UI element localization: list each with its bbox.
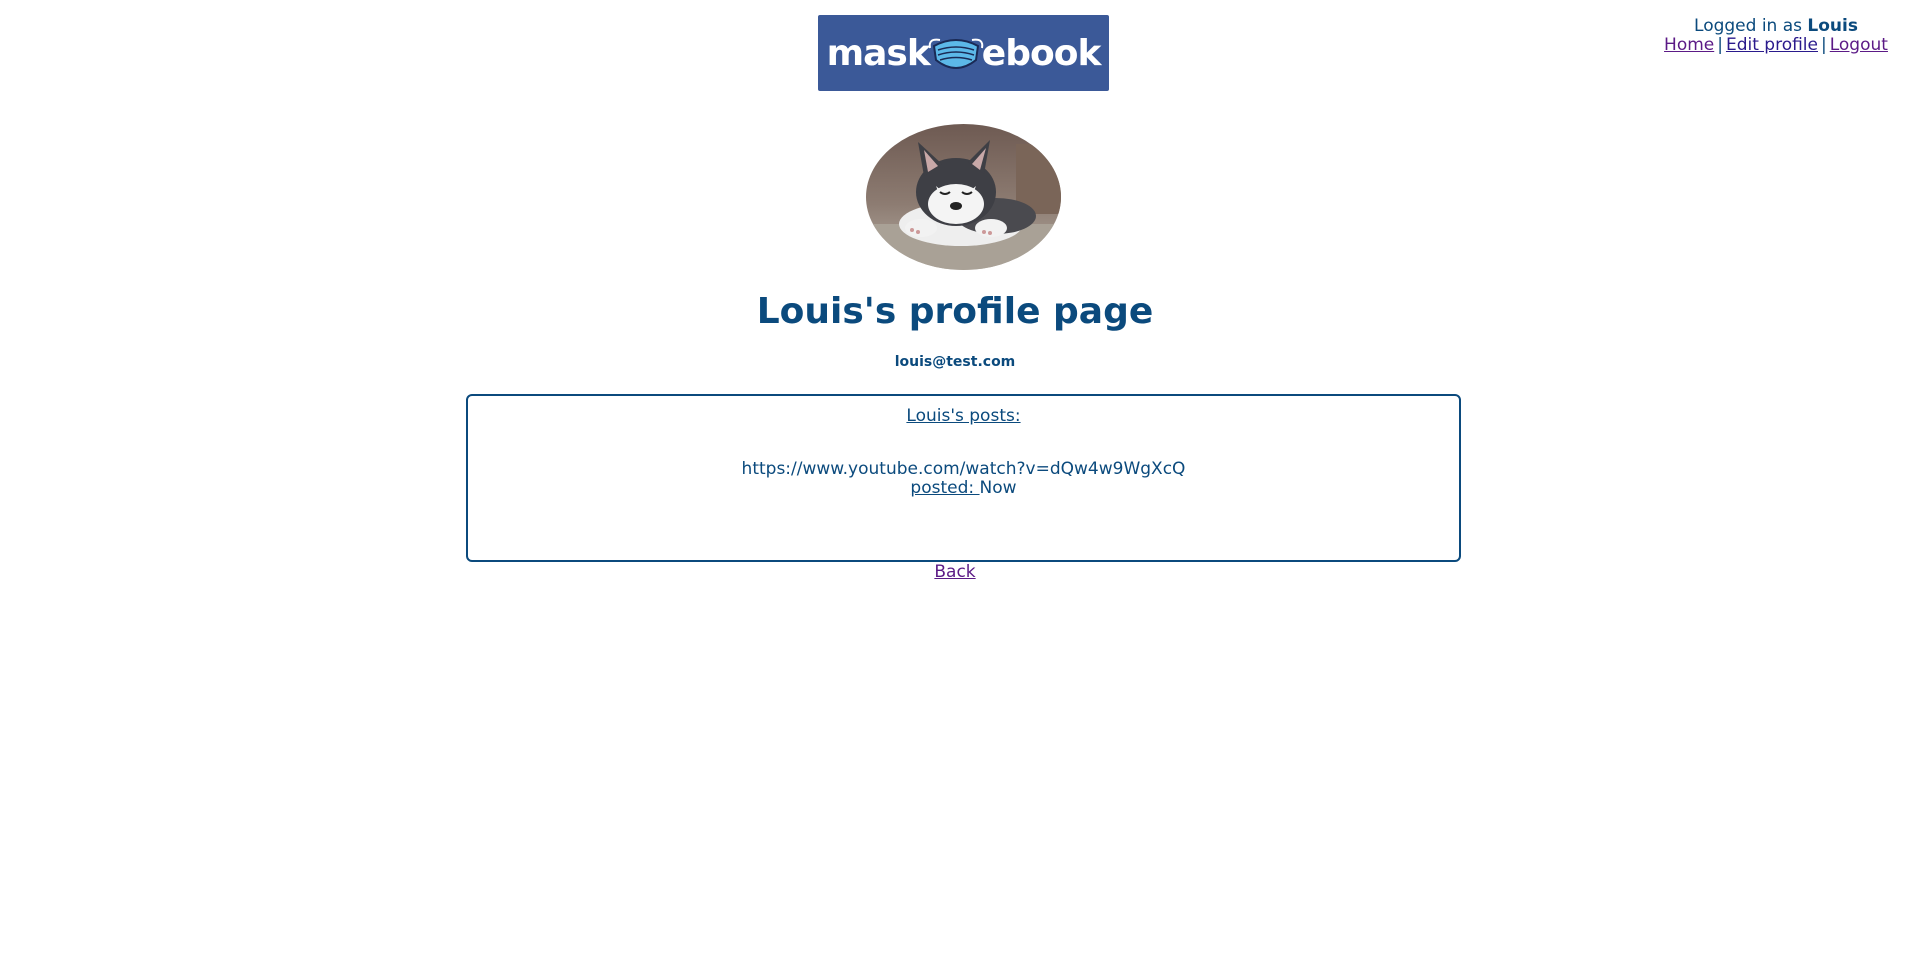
back-link[interactable]: Back [934,562,975,582]
logged-in-status: Logged in as Louis [1661,17,1891,36]
list-item: https://www.youtube.com/watch?v=dQw4w9Wg… [468,460,1459,498]
post-content: https://www.youtube.com/watch?v=dQw4w9Wg… [741,459,1186,479]
logout-link[interactable]: Logout [1830,35,1888,55]
posted-time: Now [979,478,1017,498]
user-nav: Home | Edit profile | Logout [1661,36,1891,55]
logo-text-right: ebook [981,32,1102,74]
logged-in-prefix: Logged in as [1694,16,1808,36]
nav-separator: | [1717,35,1723,55]
profile-page: Logged in as Louis Home | Edit profile | Log… [0,0,1910,969]
user-panel: Logged in as Louis Home | Edit profile | Log… [1661,17,1891,55]
profile-email: louis@test.com [894,354,1016,370]
husky-puppy-photo [866,124,1061,270]
face-mask-icon [926,30,986,76]
logged-in-username: Louis [1807,16,1858,36]
posts-panel: Louis's posts: https://www.youtube.com/w… [466,394,1461,562]
posted-label: posted: [910,478,980,498]
post-meta: posted: Now [468,479,1459,498]
profile-avatar [866,124,1061,270]
logo-text-left: mask [826,32,931,74]
posts-heading: Louis's posts: [906,406,1021,426]
edit-profile-link[interactable]: Edit profile [1726,35,1818,55]
nav-separator: | [1821,35,1827,55]
back-container: Back [0,562,1910,582]
page-title: Louis's profile page [756,291,1154,332]
logo-wordmark: mask ebook [826,30,1102,76]
maskfacebook-logo[interactable]: mask ebook [818,15,1109,91]
home-link[interactable]: Home [1664,35,1714,55]
